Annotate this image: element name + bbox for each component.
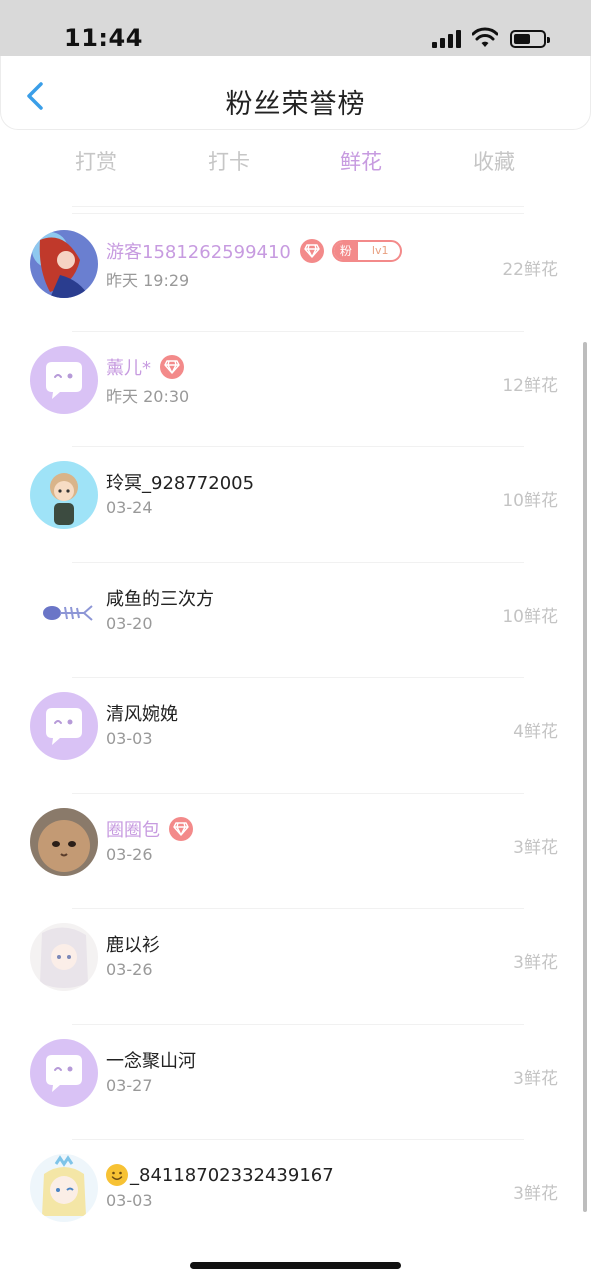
page-title: 粉丝荣誉榜 [225, 89, 366, 120]
fan-row[interactable]: 玲冥_928772005 03-24 10鲜花 [0, 446, 591, 561]
fan-row[interactable]: 薰儿* 昨天 20:30 12鲜花 [0, 331, 591, 446]
diamond-badge-icon [169, 816, 193, 841]
avatar[interactable] [30, 461, 98, 529]
fan-name: 清风婉娩 [106, 704, 178, 725]
avatar[interactable] [30, 923, 98, 991]
status-time: 11:44 [64, 24, 143, 52]
fan-level-badge: 粉 lv1 [331, 240, 403, 262]
diamond-badge-icon [299, 239, 324, 263]
fan-name: 鹿以衫 [106, 935, 160, 956]
avatar[interactable] [30, 576, 98, 645]
fan-name-line: 玲冥_928772005 [106, 468, 254, 496]
fan-time: 03-26 [106, 960, 153, 979]
tab-bar: 打赏 打卡 鲜花 收藏 [0, 140, 591, 184]
tab-favorites[interactable]: 收藏 [454, 146, 534, 176]
fan-time: 03-20 [106, 613, 153, 633]
fan-row[interactable]: 清风婉娩 03-03 4鲜花 [0, 677, 591, 792]
fan-name-line: _84118702332439167 [106, 1161, 334, 1189]
fan-time: 03-27 [106, 1075, 153, 1095]
flower-count: 12鲜花 [502, 375, 558, 396]
divider [72, 213, 524, 214]
fan-name-line: 圈圈包 [106, 815, 193, 843]
tab-flowers[interactable]: 鲜花 [321, 146, 401, 176]
fan-row[interactable]: 一念聚山河 03-27 3鲜花 [0, 1024, 591, 1139]
fan-name-line: 清风婉娩 [106, 699, 178, 727]
fan-name: 薰儿* [106, 357, 151, 379]
fan-name: 咸鱼的三次方 [106, 588, 214, 610]
fan-time: 03-26 [106, 844, 153, 864]
fan-name: 圈圈包 [106, 819, 160, 841]
flower-count: 10鲜花 [502, 606, 558, 627]
fan-time: 03-24 [106, 498, 153, 517]
flower-count: 3鲜花 [513, 1184, 558, 1204]
avatar[interactable] [30, 692, 98, 760]
scrollbar[interactable] [583, 342, 587, 1212]
fan-row[interactable]: _84118702332439167 03-03 3鲜花 [0, 1139, 591, 1254]
fan-tag: 粉 [333, 242, 358, 260]
battery-icon [510, 30, 550, 48]
nav-bar: 粉丝荣誉榜 [0, 56, 591, 130]
fan-name-line: 鹿以衫 [106, 930, 160, 958]
fan-row[interactable]: 圈圈包 03-26 3鲜花 [0, 793, 591, 908]
fan-name: 游客1581262599410 [106, 242, 291, 263]
fan-name-line: 游客1581262599410 粉 lv1 [106, 237, 403, 265]
avatar[interactable] [30, 345, 98, 414]
divider [72, 206, 524, 207]
avatar[interactable] [30, 230, 98, 298]
fan-name-line: 一念聚山河 [106, 1046, 196, 1074]
fan-row[interactable]: 鹿以衫 03-26 3鲜花 [0, 908, 591, 1023]
tab-reward[interactable]: 打赏 [56, 146, 136, 176]
fan-name-line: 咸鱼的三次方 [106, 584, 214, 612]
fan-level: lv1 [371, 244, 389, 257]
flower-count: 4鲜花 [513, 722, 558, 742]
flower-count: 3鲜花 [513, 1068, 558, 1089]
smile-emoji-icon [106, 1164, 128, 1186]
fan-name: _84118702332439167 [130, 1164, 334, 1186]
tab-checkin[interactable]: 打卡 [189, 146, 269, 176]
fan-name: 一念聚山河 [106, 1050, 196, 1072]
fan-time: 昨天 20:30 [106, 386, 190, 406]
diamond-badge-icon [160, 354, 184, 379]
flower-count: 10鲜花 [502, 491, 558, 511]
fan-time: 03-03 [106, 729, 153, 748]
cellular-signal-icon [432, 30, 462, 48]
avatar[interactable] [30, 807, 98, 876]
flower-count: 3鲜花 [513, 837, 558, 858]
avatar[interactable] [30, 1154, 98, 1222]
avatar[interactable] [30, 1038, 98, 1107]
fan-row[interactable]: 游客1581262599410 粉 lv1 昨天 19:29 22鲜花 [0, 215, 591, 330]
flower-count: 22鲜花 [502, 260, 558, 280]
fan-time: 昨天 19:29 [106, 271, 190, 290]
flower-count: 3鲜花 [513, 953, 558, 973]
fan-name: 玲冥_928772005 [106, 473, 255, 494]
home-indicator[interactable] [190, 1262, 401, 1269]
fan-time: 03-03 [106, 1191, 153, 1210]
wifi-icon [472, 27, 498, 47]
status-bar: 11:44 [0, 0, 591, 56]
fan-name-line: 薰儿* [106, 353, 184, 381]
fan-row[interactable]: 咸鱼的三次方 03-20 10鲜花 [0, 562, 591, 677]
